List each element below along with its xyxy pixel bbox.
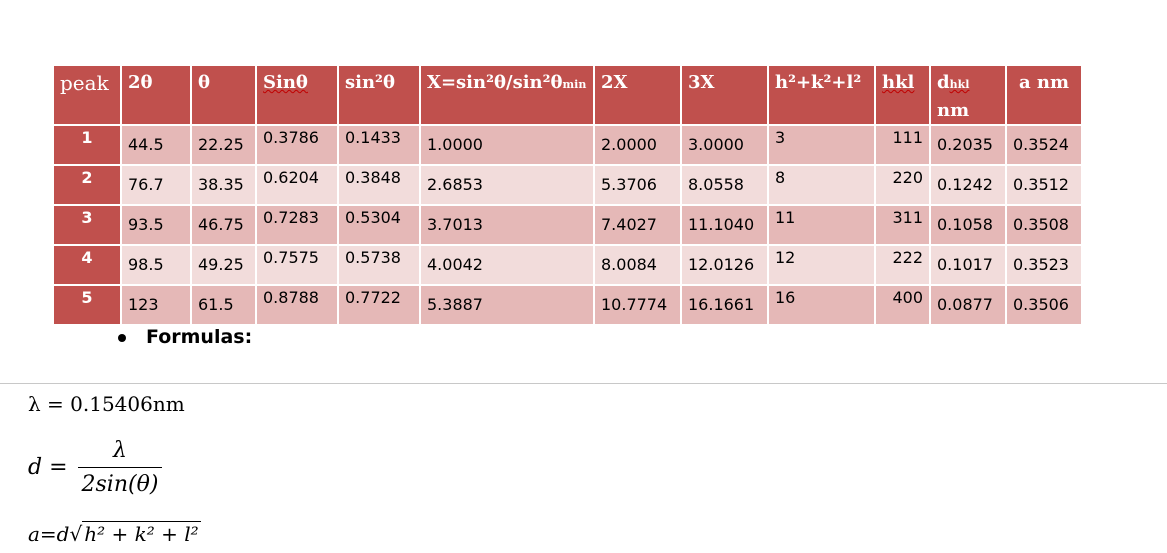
table-cell: 5	[52, 284, 122, 326]
table-cell: 220	[874, 164, 931, 206]
table-cell: 0.1017	[929, 244, 1007, 286]
col-sin2: sin²θ	[337, 64, 421, 126]
table-cell: 98.5	[120, 244, 192, 286]
table-cell: 4.0042	[419, 244, 595, 286]
table-cell: 0.3508	[1005, 204, 1083, 246]
table-row: 2 76.7 38.35 0.6204 0.3848 2.6853 5.3706 8.0558…	[52, 164, 1083, 206]
table-cell: 400	[874, 284, 931, 326]
table-row: 1 44.5 22.25 0.3786 0.1433 1.0000 2.0000 3.0000…	[52, 124, 1083, 166]
table-header-row: peak 2θ θ Sinθ sin²θ X=sin²θ/sin²θmin 2X…	[52, 64, 1083, 126]
col-3x: 3X	[680, 64, 769, 126]
table-row: 5 123 61.5 0.8788 0.7722 5.3887 10.7774 16.1661…	[52, 284, 1083, 326]
sqrt-icon: √	[69, 522, 83, 546]
table-cell: 8.0084	[593, 244, 682, 286]
table-cell: 3.7013	[419, 204, 595, 246]
table-cell: 12	[767, 244, 876, 286]
table-cell: 111	[874, 124, 931, 166]
col-theta: θ	[190, 64, 257, 126]
table-cell: 3	[52, 204, 122, 246]
lambda-formula: λ = 0.15406nm	[28, 392, 185, 416]
d-fraction: λ 2sin(θ)	[77, 438, 163, 497]
table-cell: 22.25	[190, 124, 257, 166]
table-cell: 61.5	[190, 284, 257, 326]
col-peak: peak	[52, 64, 122, 126]
table-cell: 123	[120, 284, 192, 326]
table-cell: 8.0558	[680, 164, 769, 206]
table-cell: 1.0000	[419, 124, 595, 166]
xrd-results-table: peak 2θ θ Sinθ sin²θ X=sin²θ/sin²θmin 2X…	[52, 64, 1083, 326]
results-table-container: peak 2θ θ Sinθ sin²θ X=sin²θ/sin²θmin 2X…	[52, 64, 1083, 326]
table-cell: 0.7722	[337, 284, 421, 326]
divider	[0, 383, 1167, 384]
col-d: dhkl nm	[929, 64, 1007, 126]
table-cell: 0.2035	[929, 124, 1007, 166]
table-cell: 2.0000	[593, 124, 682, 166]
a-formula: a=d√ h² + k² + l²	[28, 521, 201, 546]
table-cell: 5.3706	[593, 164, 682, 206]
table-cell: 0.1058	[929, 204, 1007, 246]
table-cell: 0.3512	[1005, 164, 1083, 206]
table-cell: 3.0000	[680, 124, 769, 166]
table-cell: 0.8788	[255, 284, 339, 326]
table-cell: 0.3786	[255, 124, 339, 166]
table-cell: 0.0877	[929, 284, 1007, 326]
table-cell: 0.7575	[255, 244, 339, 286]
table-cell: 16	[767, 284, 876, 326]
table-cell: 0.5304	[337, 204, 421, 246]
table-cell: 1	[52, 124, 122, 166]
table-cell: 12.0126	[680, 244, 769, 286]
col-x: X=sin²θ/sin²θmin	[419, 64, 595, 126]
table-cell: 49.25	[190, 244, 257, 286]
table-cell: 0.5738	[337, 244, 421, 286]
col-sin: Sinθ	[255, 64, 339, 126]
table-cell: 11.1040	[680, 204, 769, 246]
table-cell: 0.6204	[255, 164, 339, 206]
col-a: a nm	[1005, 64, 1083, 126]
table-cell: 46.75	[190, 204, 257, 246]
table-cell: 76.7	[120, 164, 192, 206]
table-cell: 16.1661	[680, 284, 769, 326]
table-cell: 0.3524	[1005, 124, 1083, 166]
table-cell: 0.3523	[1005, 244, 1083, 286]
table-cell: 222	[874, 244, 931, 286]
table-cell: 8	[767, 164, 876, 206]
table-cell: 0.7283	[255, 204, 339, 246]
table-cell: 11	[767, 204, 876, 246]
table-cell: 2	[52, 164, 122, 206]
table-cell: 10.7774	[593, 284, 682, 326]
table-cell: 7.4027	[593, 204, 682, 246]
d-formula: d = λ 2sin(θ)	[28, 438, 163, 497]
table-row: 3 93.5 46.75 0.7283 0.5304 3.7013 7.4027 11.104…	[52, 204, 1083, 246]
table-cell: 0.1242	[929, 164, 1007, 206]
bullet-icon	[118, 333, 126, 342]
table-cell: 3	[767, 124, 876, 166]
col-2theta: 2θ	[120, 64, 192, 126]
col-hkl: hkl	[874, 64, 931, 126]
col-hkl-sum: h²+k²+l²	[767, 64, 876, 126]
table-cell: 93.5	[120, 204, 192, 246]
col-2x: 2X	[593, 64, 682, 126]
table-cell: 0.1433	[337, 124, 421, 166]
table-cell: 2.6853	[419, 164, 595, 206]
table-cell: 311	[874, 204, 931, 246]
table-cell: 0.3848	[337, 164, 421, 206]
table-cell: 4	[52, 244, 122, 286]
table-cell: 44.5	[120, 124, 192, 166]
table-cell: 5.3887	[419, 284, 595, 326]
table-row: 4 98.5 49.25 0.7575 0.5738 4.0042 8.0084 12.012…	[52, 244, 1083, 286]
table-cell: 38.35	[190, 164, 257, 206]
table-cell: 0.3506	[1005, 284, 1083, 326]
formulas-heading: Formulas:	[118, 326, 252, 348]
